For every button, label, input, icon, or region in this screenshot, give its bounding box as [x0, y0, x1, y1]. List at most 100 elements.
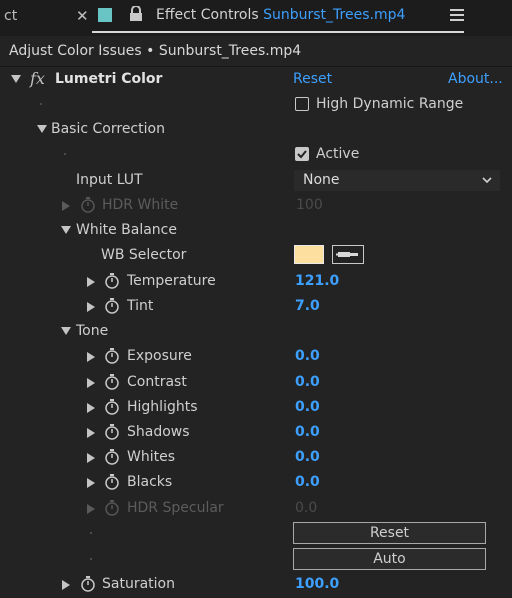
tone-reset-button[interactable]: Reset — [293, 522, 486, 544]
input-lut-value: None — [303, 172, 340, 188]
stopwatch-icon[interactable] — [104, 473, 120, 491]
whites-value[interactable]: 0.0 — [295, 449, 320, 465]
panel-tab-bar: ct ✕ Effect Controls Sunburst_Trees.mp4 — [0, 0, 512, 36]
stopwatch-icon[interactable] — [104, 373, 120, 391]
saturation-label: Saturation — [102, 576, 175, 592]
effect-reset-link[interactable]: Reset — [293, 71, 332, 87]
layer-header-label: Adjust Color Issues • Sunburst_Trees.mp4 — [9, 43, 302, 59]
expand-triangle-icon — [62, 201, 70, 211]
wb-selector-row: WB Selector — [0, 243, 512, 268]
temperature-row: Temperature 121.0 — [0, 269, 512, 294]
expand-triangle-icon[interactable] — [87, 453, 95, 463]
close-tab-icon[interactable]: ✕ — [76, 7, 89, 25]
active-label: Active — [316, 146, 360, 162]
effect-about-link[interactable]: About... — [448, 71, 503, 87]
temperature-value[interactable]: 121.0 — [295, 273, 339, 289]
fx-toggle-icon[interactable]: fx — [30, 69, 45, 88]
stopwatch-icon — [81, 197, 95, 213]
contrast-value[interactable]: 0.0 — [295, 374, 320, 390]
basic-correction-label: Basic Correction — [51, 121, 165, 137]
stopwatch-icon[interactable] — [104, 272, 120, 290]
hdr-row: High Dynamic Range — [0, 92, 512, 117]
shadows-label: Shadows — [127, 424, 190, 440]
tint-value[interactable]: 7.0 — [295, 298, 320, 314]
previous-tab-label[interactable]: ct — [4, 8, 17, 24]
highlights-value[interactable]: 0.0 — [295, 399, 320, 415]
highlights-label: Highlights — [127, 399, 198, 415]
effect-row-lumetri[interactable]: fx Lumetri Color Reset About... — [0, 67, 512, 92]
whites-row: Whites 0.0 — [0, 445, 512, 470]
hdr-checkbox[interactable] — [295, 97, 309, 111]
stopwatch-icon[interactable] — [104, 347, 120, 365]
white-balance-label: White Balance — [76, 222, 177, 238]
group-basic-correction[interactable]: Basic Correction — [0, 117, 512, 142]
collapse-triangle-icon[interactable] — [61, 327, 71, 335]
exposure-row: Exposure 0.0 — [0, 344, 512, 369]
panel-menu-icon[interactable] — [450, 8, 464, 22]
saturation-row: Saturation 100.0 — [0, 572, 512, 597]
active-checkbox[interactable] — [295, 147, 309, 161]
input-lut-dropdown[interactable]: None — [294, 170, 500, 191]
expand-triangle-icon[interactable] — [87, 277, 95, 287]
group-tone[interactable]: Tone — [0, 319, 512, 344]
hdr-specular-value: 0.0 — [295, 500, 318, 516]
input-lut-label: Input LUT — [76, 172, 143, 188]
active-row: Active — [0, 142, 512, 167]
layer-header: Adjust Color Issues • Sunburst_Trees.mp4 — [0, 38, 512, 67]
tone-auto-button[interactable]: Auto — [293, 548, 486, 570]
saturation-value[interactable]: 100.0 — [295, 576, 339, 592]
highlights-row: Highlights 0.0 — [0, 395, 512, 420]
expand-triangle-icon[interactable] — [87, 378, 95, 388]
expand-triangle-icon[interactable] — [87, 428, 95, 438]
stopwatch-icon[interactable] — [104, 423, 120, 441]
expand-triangle-icon[interactable] — [87, 478, 95, 488]
eyedropper-button[interactable] — [332, 245, 364, 264]
contrast-label: Contrast — [127, 374, 187, 390]
wb-color-swatch[interactable] — [294, 245, 324, 264]
hdr-label: High Dynamic Range — [316, 96, 464, 112]
wb-selector-label: WB Selector — [101, 247, 187, 263]
whites-label: Whites — [127, 449, 176, 465]
hdr-white-value: 100 — [296, 197, 323, 213]
tab-effect-controls[interactable]: Effect Controls Sunburst_Trees.mp4 — [156, 7, 405, 23]
expand-triangle-icon[interactable] — [87, 403, 95, 413]
row-dot — [90, 532, 92, 534]
hdr-white-label: HDR White — [102, 197, 179, 213]
collapse-triangle-icon[interactable] — [61, 226, 71, 234]
active-tab-underline — [92, 31, 464, 33]
expand-triangle-icon — [87, 504, 95, 514]
exposure-value[interactable]: 0.0 — [295, 348, 320, 364]
hdr-white-row: HDR White 100 — [0, 193, 512, 218]
expand-triangle-icon[interactable] — [87, 352, 95, 362]
hdr-specular-row: HDR Specular 0.0 — [0, 496, 512, 521]
row-dot — [90, 558, 92, 560]
stopwatch-icon — [105, 500, 119, 516]
tone-label: Tone — [76, 323, 109, 339]
tint-label: Tint — [127, 298, 154, 314]
tab-title-label: Effect Controls — [156, 7, 259, 23]
tone-auto-row: Auto — [0, 547, 512, 572]
collapse-triangle-icon[interactable] — [37, 125, 47, 133]
collapse-triangle-icon[interactable] — [11, 75, 21, 83]
blacks-label: Blacks — [127, 474, 173, 490]
lock-icon[interactable] — [129, 6, 143, 22]
shadows-row: Shadows 0.0 — [0, 420, 512, 445]
stopwatch-icon[interactable] — [104, 297, 120, 315]
tone-reset-row: Reset — [0, 521, 512, 546]
expand-triangle-icon[interactable] — [87, 302, 95, 312]
stopwatch-icon[interactable] — [80, 575, 96, 593]
row-dot — [64, 153, 66, 155]
expand-triangle-icon[interactable] — [62, 580, 70, 590]
input-lut-row: Input LUT None — [0, 168, 512, 193]
blacks-value[interactable]: 0.0 — [295, 474, 320, 490]
stopwatch-icon[interactable] — [104, 398, 120, 416]
group-white-balance[interactable]: White Balance — [0, 218, 512, 243]
panel-color-swatch-icon — [98, 8, 112, 22]
temperature-label: Temperature — [127, 273, 216, 289]
eyedropper-icon — [336, 252, 358, 257]
shadows-value[interactable]: 0.0 — [295, 424, 320, 440]
effect-name: Lumetri Color — [55, 71, 163, 87]
exposure-label: Exposure — [127, 348, 192, 364]
tint-row: Tint 7.0 — [0, 294, 512, 319]
stopwatch-icon[interactable] — [104, 448, 120, 466]
